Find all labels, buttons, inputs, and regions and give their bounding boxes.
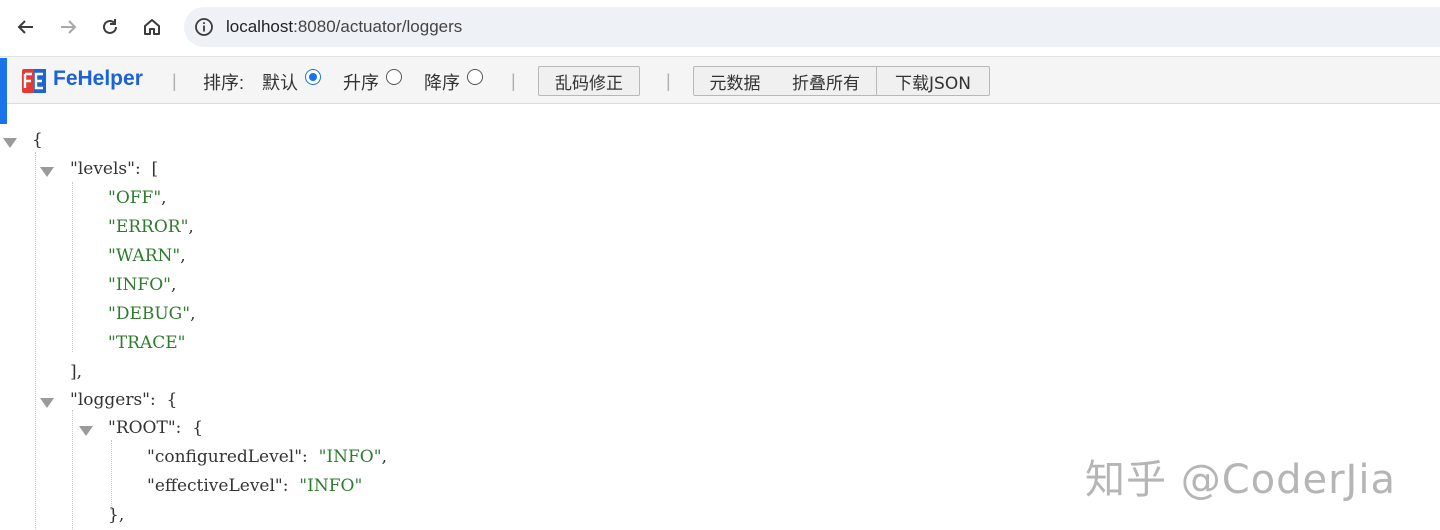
indent-guide	[72, 182, 73, 352]
reload-button[interactable]	[93, 10, 127, 44]
download-json-button[interactable]: 下载JSON	[876, 66, 990, 96]
fehelper-toolbar: FeHelper | 排序: 默认 升序 降序 | 乱码修正 | 元数据 折叠所…	[0, 56, 1440, 104]
metadata-button[interactable]: 元数据	[693, 66, 777, 96]
json-root-line: "ROOT": {	[108, 418, 204, 438]
arrow-right-icon	[61, 20, 77, 34]
sort-desc-label: 降序	[424, 73, 460, 93]
forward-button[interactable]	[51, 10, 85, 44]
reload-icon	[103, 19, 117, 34]
back-button[interactable]	[9, 10, 43, 44]
json-effective-level-line: "effectiveLevel": "INFO"	[147, 476, 363, 496]
collapse-toggle-icon[interactable]	[40, 167, 54, 177]
toolbar-separator: |	[666, 71, 671, 91]
json-level-item: "INFO",	[108, 275, 177, 295]
json-value: "INFO"	[299, 476, 363, 496]
json-loggers-line: "loggers": {	[70, 390, 178, 410]
indent-guide	[111, 440, 112, 510]
json-value: "INFO"	[318, 447, 382, 467]
json-level-item: "TRACE"	[108, 333, 186, 353]
json-levels-line: "levels": [	[70, 159, 159, 179]
json-level-item: "DEBUG",	[108, 304, 196, 324]
browser-toolbar: localhost:8080/actuator/loggers	[0, 0, 1440, 54]
json-key: "effectiveLevel"	[147, 476, 283, 496]
info-icon[interactable]	[194, 17, 214, 37]
json-key: "loggers"	[70, 390, 150, 410]
home-icon	[144, 19, 160, 35]
json-level-item: "ERROR",	[108, 217, 194, 237]
json-key: "ROOT"	[108, 418, 176, 438]
json-key: "configuredLevel"	[147, 447, 303, 467]
json-open-brace: {	[32, 130, 43, 150]
indent-guide	[35, 152, 36, 530]
sort-default-label: 默认	[262, 73, 298, 93]
address-bar[interactable]: localhost:8080/actuator/loggers	[184, 7, 1440, 47]
json-root-close: },	[108, 505, 125, 525]
json-level-item: "WARN",	[108, 246, 186, 266]
json-key: "levels"	[70, 159, 135, 179]
sort-desc-radio[interactable]	[467, 69, 483, 85]
url-text: localhost:8080/actuator/loggers	[226, 17, 463, 36]
json-level-item: "OFF",	[108, 188, 167, 208]
fehelper-logo-icon	[22, 69, 46, 93]
json-levels-close: ],	[70, 362, 83, 382]
json-configured-level-line: "configuredLevel": "INFO",	[147, 447, 387, 467]
sort-default-radio[interactable]	[305, 69, 321, 85]
indent-guide	[72, 410, 73, 530]
arrow-left-icon	[17, 20, 33, 34]
home-button[interactable]	[135, 10, 169, 44]
toolbar-separator: |	[172, 71, 177, 91]
sort-label: 排序:	[203, 73, 245, 93]
collapse-toggle-icon[interactable]	[40, 398, 54, 408]
collapse-toggle-icon[interactable]	[3, 138, 17, 148]
fix-encoding-button[interactable]: 乱码修正	[538, 66, 640, 96]
collapse-toggle-icon[interactable]	[79, 426, 93, 436]
fehelper-title: FeHelper	[53, 67, 143, 90]
sort-asc-label: 升序	[343, 73, 379, 93]
sort-asc-radio[interactable]	[386, 69, 402, 85]
toolbar-separator: |	[511, 71, 516, 91]
watermark: 知乎 @CoderJia	[1085, 457, 1396, 503]
collapse-all-button[interactable]: 折叠所有	[776, 66, 877, 96]
